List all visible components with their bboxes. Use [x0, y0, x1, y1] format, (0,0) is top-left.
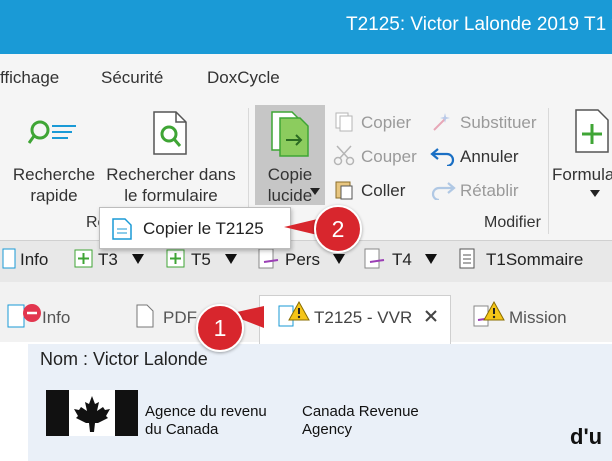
form-strip-t1sommaire[interactable]: T1Sommaire: [486, 250, 583, 270]
agency-en-line2: Agency: [302, 421, 353, 438]
undo-button[interactable]: Annuler: [460, 146, 519, 167]
title-bar: T2125: Victor Lalonde 2019 T1 * T: [0, 0, 612, 54]
dropdown-arrow-icon[interactable]: [225, 254, 237, 264]
dropdown-arrow-icon[interactable]: [333, 254, 345, 264]
tab-pdf[interactable]: PDF: [163, 308, 197, 328]
cut-button[interactable]: Couper: [361, 146, 417, 167]
window-title: T2125: Victor Lalonde 2019 T1 * T: [346, 14, 612, 35]
form-t4-icon: [364, 248, 385, 269]
search-form-icon: [153, 111, 187, 155]
menu-doxcycle[interactable]: DoxCycle: [207, 68, 280, 88]
paste-button[interactable]: Coller: [361, 180, 405, 201]
plus-icon: [74, 249, 93, 268]
chevron-down-icon: [590, 190, 600, 197]
quick-search-button[interactable]: Recherche rapide: [10, 164, 98, 206]
menu-item-copier-t2125[interactable]: Copier le T2125: [143, 219, 264, 239]
taxpayer-name: Nom : Victor Lalonde: [40, 349, 208, 369]
form-strip-t4[interactable]: T4: [392, 250, 412, 270]
new-form-icon: [575, 109, 609, 153]
form-strip-pers[interactable]: Pers: [285, 250, 320, 270]
warning-doc-icon: [278, 300, 310, 327]
ribbon-separator: [548, 108, 549, 234]
copy-button[interactable]: Copier: [361, 112, 411, 133]
tab-t2125-label: T2125 - VVR: [314, 308, 413, 327]
form-strip-t5[interactable]: T5: [191, 250, 211, 270]
chevron-down-icon: [310, 188, 320, 195]
menu-securite[interactable]: Sécurité: [101, 68, 163, 88]
form-summary-icon: [459, 248, 475, 269]
paste-icon: [335, 181, 353, 200]
quick-search-icon: [28, 120, 76, 144]
cut-icon: [333, 145, 355, 166]
copie-lucide-label: Copie lucide: [267, 165, 313, 205]
group-label-modifier: Modifier: [484, 214, 541, 231]
form-strip-t3[interactable]: T3: [98, 250, 118, 270]
form-heading-partial: d'u: [570, 424, 603, 449]
dropdown-arrow-icon[interactable]: [425, 254, 437, 264]
copy-icon: [335, 112, 353, 132]
agency-fr-line1: Agence du revenu: [145, 403, 267, 420]
redo-button[interactable]: Rétablir: [460, 180, 519, 201]
form-button[interactable]: Formula: [552, 164, 612, 185]
redo-icon: [431, 182, 456, 200]
agency-fr-line2: du Canada: [145, 421, 219, 438]
search-in-form-button[interactable]: Rechercher dans le formulaire: [104, 164, 238, 206]
form-doc-icon: [2, 248, 16, 269]
form-strip-info[interactable]: Info: [20, 250, 48, 270]
menu-bar: [0, 54, 612, 100]
warning-doc-icon: [473, 300, 505, 327]
replace-icon: [433, 113, 450, 131]
menu-affichage[interactable]: ffichage: [0, 68, 59, 88]
document-icon: [112, 218, 132, 240]
close-icon[interactable]: [424, 309, 438, 323]
pdf-tab-icon: [136, 304, 154, 328]
canada-flag-icon: [46, 390, 138, 436]
tab-info[interactable]: Info: [42, 308, 70, 328]
info-tab-icon: [7, 304, 41, 328]
dropdown-arrow-icon[interactable]: [132, 254, 144, 264]
form-pers-icon: [258, 248, 279, 269]
tab-mission[interactable]: Mission: [509, 308, 567, 328]
callout-badge-1: 1: [196, 304, 244, 352]
undo-icon: [430, 148, 455, 166]
agency-en-line1: Canada Revenue: [302, 403, 419, 420]
plus-icon: [166, 249, 185, 268]
callout-badge-2: 2: [314, 205, 362, 253]
replace-button[interactable]: Substituer: [460, 112, 537, 133]
copie-lucide-icon: [271, 111, 309, 157]
